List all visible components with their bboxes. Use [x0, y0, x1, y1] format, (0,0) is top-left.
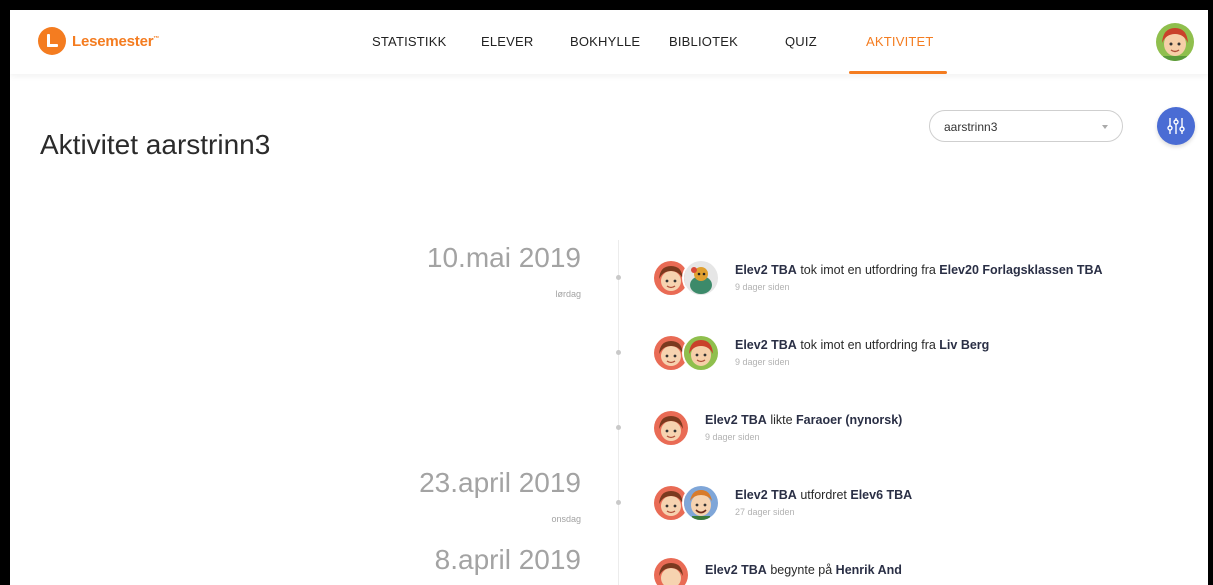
activity-text: Elev2 TBA tok imot en utfordring fra Ele… — [735, 263, 1103, 277]
activity-time: 9 dager siden — [735, 357, 790, 367]
top-navigation-bar: Lesemester™ STATISTIKK ELEVER BOKHYLLE B… — [10, 10, 1208, 74]
filter-button[interactable] — [1157, 107, 1195, 145]
timeline-dot — [616, 425, 621, 430]
avatar-girl-icon — [654, 411, 688, 445]
timeline-weekday: onsdag — [551, 514, 581, 524]
activity-text: Elev2 TBA begynte på Henrik And — [705, 563, 902, 577]
nav-elever[interactable]: ELEVER — [481, 34, 534, 49]
timeline-date: 23.april 2019 — [419, 467, 581, 498]
active-tab-indicator — [849, 71, 947, 74]
nav-quiz[interactable]: QUIZ — [785, 34, 817, 49]
timeline-date: 10.mai 2019 — [426, 242, 581, 273]
timeline-dot — [616, 275, 621, 280]
nav-statistikk[interactable]: STATISTIKK — [372, 34, 446, 49]
class-select-value: aarstrinn3 — [944, 120, 998, 134]
page-title: Aktivitet aarstrinn3 — [40, 128, 271, 160]
timeline-date: 8.april 2019 — [434, 544, 581, 575]
activity-text: Elev2 TBA utfordret Elev6 TBA — [735, 488, 913, 502]
avatar-girl-icon — [654, 261, 688, 295]
class-select[interactable]: aarstrinn3 — [929, 110, 1123, 142]
timeline-dot — [616, 350, 621, 355]
app-window: Lesemester™ STATISTIKK ELEVER BOKHYLLE B… — [10, 10, 1208, 585]
brand-name: Lesemester™ — [72, 32, 160, 50]
lesemester-logo-icon — [38, 27, 66, 55]
avatar-boy-icon — [684, 486, 718, 520]
sliders-icon — [1167, 118, 1185, 134]
timeline-dot — [616, 500, 621, 505]
timeline-line — [618, 240, 619, 585]
activity-text: Elev2 TBA likte Faraoer (nynorsk) — [705, 413, 903, 427]
nav-bibliotek[interactable]: BIBLIOTEK — [669, 34, 738, 49]
activity-time: 9 dager siden — [705, 432, 760, 442]
chevron-down-icon — [1102, 125, 1108, 129]
activity-text: Elev2 TBA tok imot en utfordring fra Liv… — [735, 338, 990, 352]
brand-logo[interactable]: Lesemester™ — [38, 27, 159, 55]
nav-aktivitet[interactable]: AKTIVITET — [866, 34, 934, 49]
avatar-girl-icon — [1156, 23, 1194, 61]
avatar-girl-icon — [654, 336, 688, 370]
avatar-redhair-girl-icon — [684, 336, 718, 370]
avatar-girl-icon — [654, 558, 688, 585]
activity-time: 27 dager siden — [735, 507, 795, 517]
avatar-girl-icon — [654, 486, 688, 520]
user-avatar[interactable] — [1156, 23, 1194, 61]
activity-time: 9 dager siden — [735, 282, 790, 292]
nav-bokhylle[interactable]: BOKHYLLE — [570, 34, 640, 49]
timeline-weekday: lørdag — [555, 289, 581, 299]
avatar-creature-icon — [684, 261, 718, 295]
